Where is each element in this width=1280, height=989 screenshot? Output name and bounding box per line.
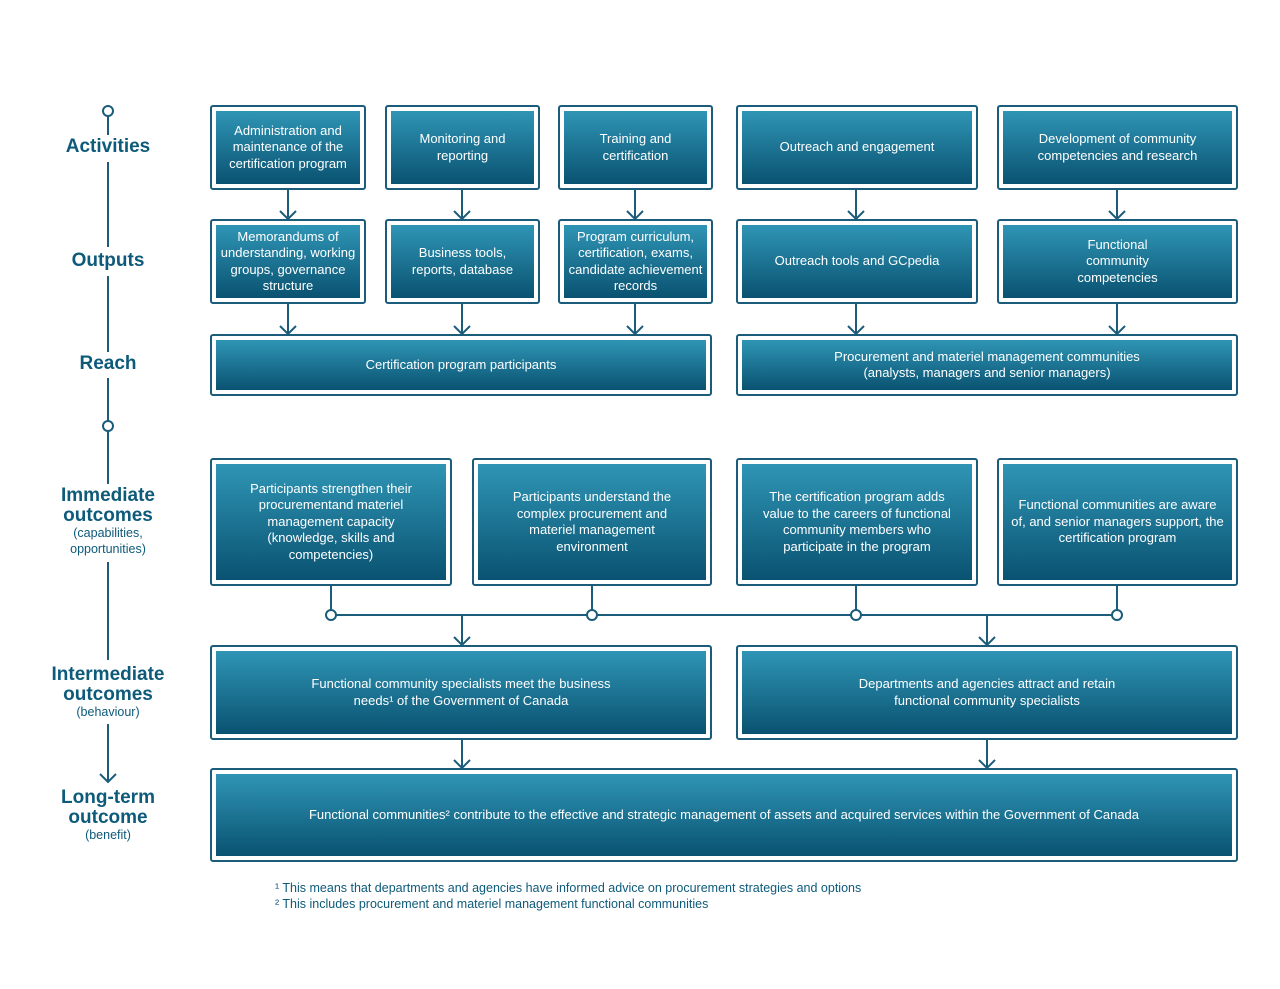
output-box: Business tools, reports, database (385, 219, 540, 304)
stage-label-longterm: Long-term outcome (benefit) (61, 787, 155, 842)
activity-box: Development of community competencies an… (997, 105, 1238, 190)
longterm-outcome-box: Functional communities² contribute to th… (210, 768, 1238, 862)
intermediate-outcome-box: Functional community specialists meet th… (210, 645, 712, 740)
activity-box: Monitoring and reporting (385, 105, 540, 190)
footnote-1: ¹ This means that departments and agenci… (275, 881, 862, 895)
stage-label-reach: Reach (79, 353, 137, 374)
activity-box: Training and certification (558, 105, 713, 190)
stage-label-immediate: Immediate outcomes (capabilities, opportuni… (61, 485, 155, 556)
junction-node (586, 609, 598, 621)
stage-label-outputs: Outputs (71, 250, 145, 271)
immediate-outcome-box: Functional communities are aware of, and… (997, 458, 1238, 586)
footnote-2: ² This includes procurement and materiel… (275, 897, 709, 911)
intermediate-outcome-box: Departments and agencies attract and ret… (736, 645, 1238, 740)
output-box: Outreach tools and GCpedia (736, 219, 978, 304)
immediate-outcome-box: The certification program adds value to … (736, 458, 978, 586)
output-box: Program curriculum, certification, exams… (558, 219, 713, 304)
immediate-outcome-box: Participants strengthen their procuremen… (210, 458, 452, 586)
junction-node (1111, 609, 1123, 621)
junction-node (325, 609, 337, 621)
output-box: Memorandums of understanding, working gr… (210, 219, 366, 304)
activity-box: Administration and maintenance of the ce… (210, 105, 366, 190)
reach-box: Certification program participants (210, 334, 712, 396)
stage-label-intermediate: Intermediate outcomes (behaviour) (51, 664, 165, 719)
reach-box: Procurement and materiel management comm… (736, 334, 1238, 396)
activity-box: Outreach and engagement (736, 105, 978, 190)
junction-node (850, 609, 862, 621)
stage-label-activities: Activities (65, 136, 151, 157)
output-box: Functional community competencies (997, 219, 1238, 304)
immediate-outcome-box: Participants understand the complex proc… (472, 458, 712, 586)
